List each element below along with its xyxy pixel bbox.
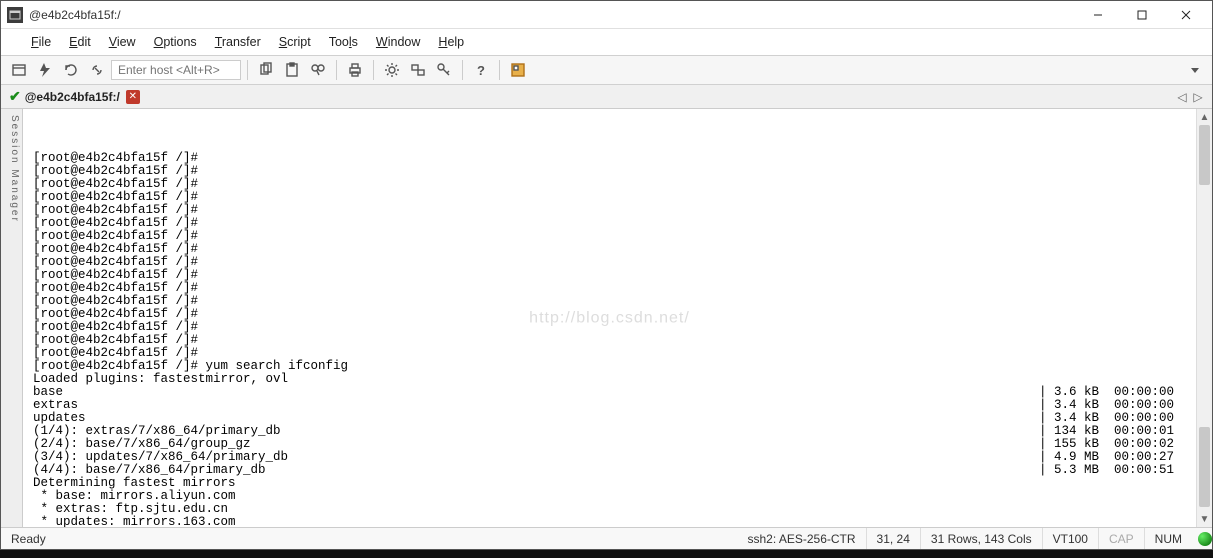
scroll-thumb[interactable] (1199, 125, 1210, 185)
reconnect-icon[interactable] (59, 58, 83, 82)
menu-tools[interactable]: Tools (321, 32, 366, 52)
statusbar: Ready ssh2: AES-256-CTR 31, 24 31 Rows, … (1, 527, 1212, 549)
sessions-icon[interactable] (406, 58, 430, 82)
terminal-line: [root@e4b2c4bfa15f /]# (33, 152, 1186, 165)
toolbar-dropdown-icon[interactable] (1188, 63, 1202, 77)
tab-prev-icon[interactable]: ◁ (1174, 89, 1190, 105)
tab-close-button[interactable]: ✕ (126, 90, 140, 104)
terminal-line: base| 3.6 kB 00:00:00 (33, 386, 1186, 399)
tabbar: ✔ @e4b2c4bfa15f:/ ✕ ◁ ▷ (1, 85, 1212, 109)
menu-help[interactable]: Help (430, 32, 472, 52)
help-icon[interactable]: ? (469, 58, 493, 82)
terminal-line: * updates: mirrors.163.com (33, 516, 1186, 527)
terminal-line: [root@e4b2c4bfa15f /]# (33, 165, 1186, 178)
settings-icon[interactable] (380, 58, 404, 82)
toolbar-extra-icon[interactable] (506, 58, 530, 82)
menu-window[interactable]: Window (368, 32, 428, 52)
terminal-wrap: http://blog.csdn.net/ [root@e4b2c4bfa15f… (23, 109, 1196, 527)
status-size: 31 Rows, 143 Cols (921, 528, 1043, 549)
body: Session Manager http://blog.csdn.net/ [r… (1, 109, 1212, 527)
copy-icon[interactable] (254, 58, 278, 82)
terminal-line: [root@e4b2c4bfa15f /]# (33, 321, 1186, 334)
menubar: File Edit View Options Transfer Script T… (1, 29, 1212, 55)
terminal-line: Loaded plugins: fastestmirror, ovl (33, 373, 1186, 386)
terminal-line: [root@e4b2c4bfa15f /]# (33, 308, 1186, 321)
paste-icon[interactable] (280, 58, 304, 82)
terminal-line: extras| 3.4 kB 00:00:00 (33, 399, 1186, 412)
tab-title[interactable]: @e4b2c4bfa15f:/ (25, 90, 120, 104)
tab-next-icon[interactable]: ▷ (1190, 89, 1206, 105)
new-session-icon[interactable] (7, 58, 31, 82)
status-ready: Ready (1, 528, 56, 549)
scrollbar[interactable]: ▲ ▼ (1196, 109, 1212, 527)
find-icon[interactable] (306, 58, 330, 82)
menu-view[interactable]: View (101, 32, 144, 52)
quick-connect-icon[interactable] (33, 58, 57, 82)
status-termtype: VT100 (1043, 528, 1099, 549)
window-title: @e4b2c4bfa15f:/ (29, 8, 121, 22)
status-cap: CAP (1099, 528, 1145, 549)
terminal-line: [root@e4b2c4bfa15f /]# (33, 178, 1186, 191)
status-connection: ssh2: AES-256-CTR (737, 528, 866, 549)
terminal-line: [root@e4b2c4bfa15f /]# (33, 334, 1186, 347)
terminal-line: [root@e4b2c4bfa15f /]# (33, 269, 1186, 282)
key-icon[interactable] (432, 58, 456, 82)
desktop-taskbar (0, 550, 1213, 558)
disconnect-icon[interactable] (85, 58, 109, 82)
terminal-line: [root@e4b2c4bfa15f /]# (33, 191, 1186, 204)
app-window: @e4b2c4bfa15f:/ File Edit View Options T… (0, 0, 1213, 550)
terminal-line: [root@e4b2c4bfa15f /]# (33, 256, 1186, 269)
svg-text:?: ? (477, 63, 485, 78)
terminal-line: [root@e4b2c4bfa15f /]# (33, 230, 1186, 243)
menu-edit[interactable]: Edit (61, 32, 99, 52)
titlebar: @e4b2c4bfa15f:/ (1, 1, 1212, 29)
menu-file[interactable]: File (23, 32, 59, 52)
close-button[interactable] (1164, 1, 1208, 29)
scroll-down-icon[interactable]: ▼ (1197, 511, 1212, 527)
menu-options[interactable]: Options (146, 32, 205, 52)
scroll-up-icon[interactable]: ▲ (1197, 109, 1212, 125)
menu-transfer[interactable]: Transfer (207, 32, 269, 52)
print-icon[interactable] (343, 58, 367, 82)
scroll-thumb-lower[interactable] (1199, 427, 1210, 507)
toolbar: ? (1, 55, 1212, 85)
terminal-line: [root@e4b2c4bfa15f /]# (33, 282, 1186, 295)
menu-script[interactable]: Script (271, 32, 319, 52)
terminal-line: [root@e4b2c4bfa15f /]# (33, 295, 1186, 308)
status-cursor-pos: 31, 24 (867, 528, 921, 549)
tab-connected-icon: ✔ (9, 88, 21, 105)
app-icon (7, 7, 23, 23)
minimize-button[interactable] (1076, 1, 1120, 29)
session-manager-panel[interactable]: Session Manager (1, 109, 23, 527)
terminal-line: [root@e4b2c4bfa15f /]# (33, 243, 1186, 256)
host-input[interactable] (111, 60, 241, 80)
status-num: NUM (1145, 528, 1192, 549)
status-led-icon (1198, 532, 1212, 546)
terminal[interactable]: http://blog.csdn.net/ [root@e4b2c4bfa15f… (23, 109, 1196, 527)
maximize-button[interactable] (1120, 1, 1164, 29)
terminal-line: [root@e4b2c4bfa15f /]# (33, 217, 1186, 230)
terminal-line: [root@e4b2c4bfa15f /]# (33, 204, 1186, 217)
